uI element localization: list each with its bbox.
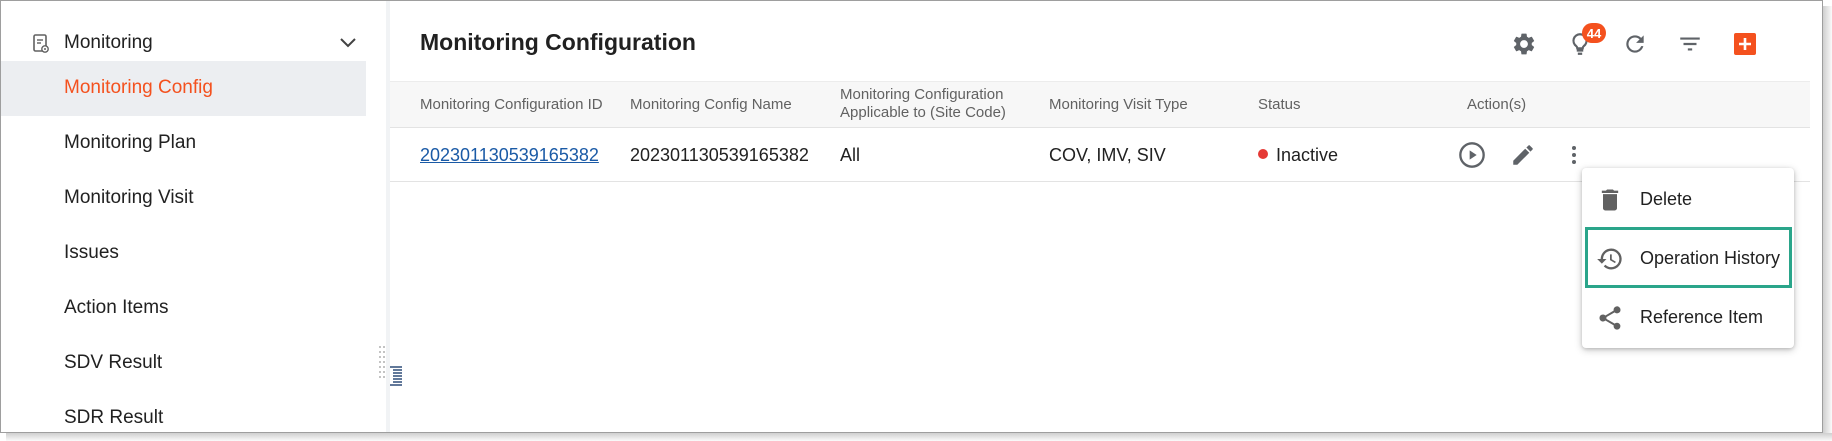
sidebar-item-monitoring-config[interactable]: Monitoring Config [1,61,366,116]
column-header-id[interactable]: Monitoring Configuration ID [420,96,603,114]
sidebar-item-label: Monitoring Plan [64,132,197,153]
sidebar-item-label: Action Items [64,297,169,318]
filter-button[interactable] [1673,27,1707,61]
run-button[interactable] [1457,140,1487,170]
history-icon [1597,248,1622,270]
refresh-icon [1626,35,1644,53]
sidebar-item-monitoring-visit[interactable]: Monitoring Visit [1,171,366,226]
sidebar-section-label: Monitoring [64,32,153,53]
sidebar-item-monitoring-plan[interactable]: Monitoring Plan [1,116,366,171]
column-header-visit-type[interactable]: Monitoring Visit Type [1049,96,1188,114]
sidebar-item-label: SDV Result [64,352,163,373]
sidebar-item-sdr-result[interactable]: SDR Result [1,391,366,432]
notification-count-badge: 44 [1582,23,1606,43]
menu-item-label: Reference Item [1640,307,1764,327]
filter-icon [1680,37,1700,51]
share-icon [1599,306,1621,330]
sidebar-item-label: Issues [64,242,119,263]
more-options-button[interactable] [1559,140,1589,170]
menu-item-label: Delete [1640,189,1693,209]
status-dot-icon [1258,149,1268,159]
gear-icon [1513,33,1535,55]
row-actions-menu: Delete Operation History Reference Item [1582,168,1794,348]
more-vert-icon [1572,146,1576,164]
settings-button[interactable] [1507,27,1541,61]
add-icon [1734,33,1756,55]
edit-button[interactable] [1508,140,1538,170]
window-shadow-bottom [6,433,1832,441]
column-header-status[interactable]: Status [1258,96,1301,114]
sidebar-item-issues[interactable]: Issues [1,226,366,281]
sidebar-item-action-items[interactable]: Action Items [1,281,366,336]
table-header: Monitoring Configuration ID Monitoring C… [390,81,1810,128]
visit-type-cell: COV, IMV, SIV [1049,145,1166,165]
sidebar-item-sdv-result[interactable]: SDV Result [1,336,366,391]
page-title: Monitoring Configuration [420,29,696,55]
sidebar-item-label: Monitoring Config [64,77,213,98]
status-text: Inactive [1276,145,1339,165]
config-id-link[interactable]: 202301130539165382 [420,145,599,166]
applicable-cell: All [840,145,861,165]
menu-item-label: Operation History [1640,248,1781,268]
column-header-applicable[interactable]: Monitoring Configuration Applicable to (… [840,86,1006,122]
app-window: Monitoring Monitoring Config Monitoring … [0,0,1832,441]
document-settings-icon [33,34,49,53]
menu-item-delete[interactable]: Delete [1582,170,1794,228]
column-header-actions: Action(s) [1467,96,1527,113]
menu-item-reference-item[interactable]: Reference Item [1582,288,1794,346]
status-cell: Inactive [1258,145,1338,166]
window-shadow-right [1823,6,1832,437]
column-header-name[interactable]: Monitoring Config Name [630,96,792,114]
refresh-button[interactable] [1618,27,1652,61]
sidebar-item-label: Monitoring Visit [64,187,194,208]
drag-handle-icon[interactable] [378,344,386,384]
trash-icon [1601,189,1619,211]
chevron-down-icon[interactable] [338,35,358,51]
add-button[interactable] [1728,27,1762,61]
config-name-cell: 202301130539165382 [630,145,809,165]
sidebar: Monitoring Monitoring Config Monitoring … [1,1,386,432]
menu-item-operation-history[interactable]: Operation History [1582,229,1794,287]
pencil-icon [1513,145,1533,165]
play-circle-icon [1459,142,1485,168]
sidebar-item-label: SDR Result [64,407,164,428]
